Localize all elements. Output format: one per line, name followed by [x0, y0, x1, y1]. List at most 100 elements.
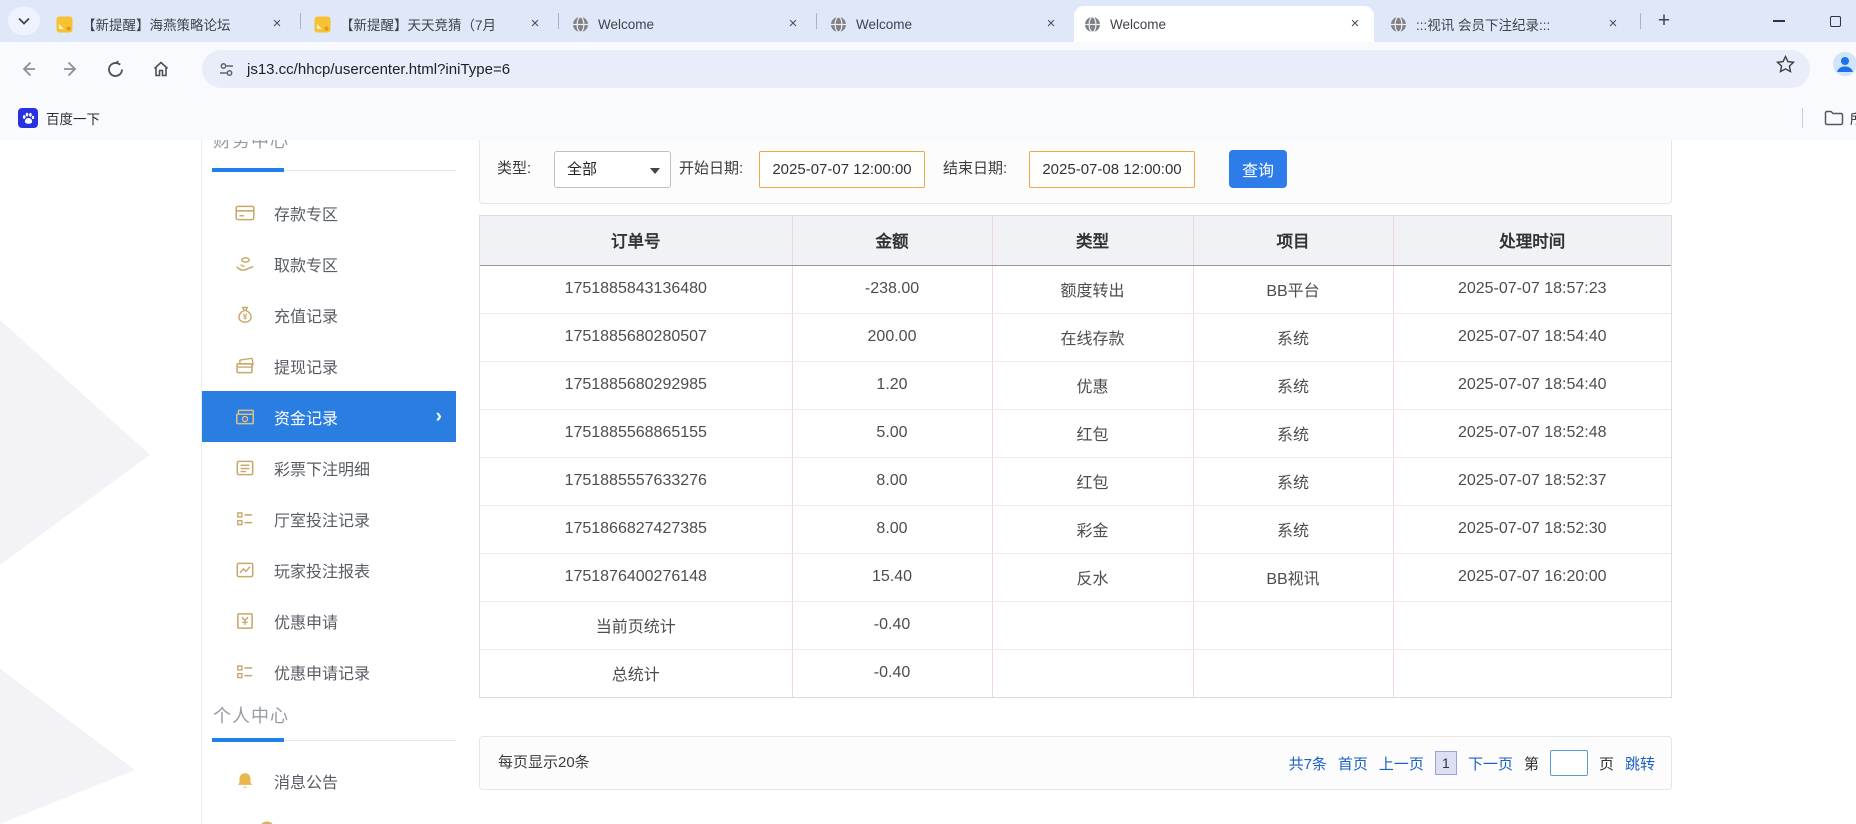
browser-tab-welcome-active[interactable]: Welcome ×	[1074, 6, 1374, 42]
bookmarks-bar: 百度一下 所	[0, 96, 1856, 140]
sidebar-item-funds-records[interactable]: 资金记录 ›	[202, 391, 456, 442]
sidebar-item-hall-bet-records[interactable]: 厅室投注记录	[202, 493, 456, 544]
cell-project: 系统	[1193, 457, 1393, 505]
stat-empty	[1193, 601, 1393, 649]
stat-empty	[992, 649, 1193, 697]
tab-divider	[1640, 13, 1641, 29]
cell-amount: -238.00	[792, 265, 992, 313]
chart-icon	[234, 559, 256, 581]
tab-close-icon[interactable]: ×	[784, 15, 802, 33]
sidebar-item-deposit[interactable]: 存款专区	[202, 187, 456, 238]
tab-close-icon[interactable]: ×	[268, 15, 286, 33]
search-button[interactable]: 查询	[1229, 150, 1287, 188]
cell-project: 系统	[1193, 505, 1393, 553]
sidebar-section-title-personal: 个人中心	[213, 702, 289, 728]
cell-type: 在线存款	[992, 313, 1193, 361]
sidebar-item-withdraw[interactable]: 取款专区	[202, 238, 456, 289]
home-icon	[151, 59, 171, 79]
reload-button[interactable]	[99, 53, 131, 85]
cell-order-no: 1751885843136480	[480, 265, 792, 313]
grid-list-icon	[234, 508, 256, 530]
browser-profile-avatar[interactable]	[1832, 51, 1856, 82]
sidebar-item-withdraw-records[interactable]: 提现记录	[202, 340, 456, 391]
sidebar-item-label: 优惠申请记录	[274, 660, 370, 684]
bookmarks-divider	[1802, 108, 1803, 128]
first-page-link[interactable]: 首页	[1338, 753, 1368, 774]
table-row: 1751885843136480 -238.00 额度转出 BB平台 2025-…	[480, 265, 1671, 313]
per-page-text: 每页显示20条	[498, 737, 590, 789]
cell-amount: 5.00	[792, 409, 992, 457]
tab-title: Welcome	[1110, 17, 1338, 32]
tab-close-icon[interactable]: ×	[1042, 15, 1060, 33]
window-maximize-button[interactable]	[1813, 0, 1856, 42]
next-page-link[interactable]: 下一页	[1468, 753, 1513, 774]
address-bar[interactable]: js13.cc/hhcp/usercenter.html?iniType=6	[202, 50, 1810, 88]
table-header-row: 订单号 金额 类型 项目 处理时间	[480, 216, 1671, 265]
tab-title: 【新提醒】天天竞猜（7月	[340, 14, 518, 34]
tab-close-icon[interactable]: ×	[526, 15, 544, 33]
sidebar-item-recharge-records[interactable]: ¥ 充值记录	[202, 289, 456, 340]
tab-close-icon[interactable]: ×	[1604, 15, 1622, 33]
back-icon	[18, 59, 38, 79]
sidebar-item-player-bet-report[interactable]: 玩家投注报表	[202, 544, 456, 595]
tab-title: Welcome	[856, 17, 1034, 32]
money-bag-icon: ¥	[234, 304, 256, 326]
type-select[interactable]: 全部	[554, 151, 671, 188]
sidebar-item-announcements[interactable]: 消息公告	[202, 755, 456, 806]
bookmark-star-button[interactable]	[1775, 54, 1796, 80]
browser-tab-welcome-2[interactable]: Welcome ×	[820, 6, 1070, 42]
cell-project: BB平台	[1193, 265, 1393, 313]
grid-list-icon	[234, 661, 256, 683]
col-header-project: 项目	[1193, 216, 1393, 265]
folder-icon	[1824, 110, 1844, 126]
start-date-input[interactable]: 2025-07-07 12:00:00	[759, 151, 925, 188]
cell-time: 2025-07-07 18:54:40	[1393, 361, 1671, 409]
section-divider	[212, 740, 456, 741]
jump-page-input[interactable]	[1550, 750, 1588, 776]
current-page-indicator[interactable]: 1	[1435, 751, 1457, 775]
type-select-value: 全部	[567, 161, 597, 178]
globe-favicon	[1390, 16, 1407, 33]
stat-empty	[992, 601, 1193, 649]
back-button[interactable]	[12, 53, 44, 85]
star-icon	[1775, 54, 1796, 75]
sidebar-item-lottery-bet-detail[interactable]: 彩票下注明细	[202, 442, 456, 493]
cell-order-no: 1751866827427385	[480, 505, 792, 553]
forward-button[interactable]	[55, 53, 87, 85]
start-date-label: 开始日期:	[679, 149, 743, 189]
sidebar-item-promo-apply-records[interactable]: 优惠申请记录	[202, 646, 456, 697]
tab-divider	[300, 13, 301, 29]
home-button[interactable]	[145, 53, 177, 85]
stat-amount: -0.40	[792, 601, 992, 649]
all-bookmarks-button[interactable]: 所	[1824, 104, 1856, 132]
cell-order-no: 1751885557633276	[480, 457, 792, 505]
cell-amount: 1.20	[792, 361, 992, 409]
chat-favicon	[56, 16, 73, 33]
tab-search-button[interactable]	[8, 7, 40, 35]
stat-amount: -0.40	[792, 649, 992, 697]
sidebar-section-title-finance: 财务中心	[213, 140, 289, 153]
col-header-amount: 金额	[792, 216, 992, 265]
cell-type: 红包	[992, 409, 1193, 457]
tab-close-icon[interactable]: ×	[1346, 15, 1364, 33]
browser-tab-forum-1[interactable]: 【新提醒】海燕策略论坛 ×	[46, 6, 296, 42]
globe-favicon	[1084, 16, 1101, 33]
bookmark-baidu[interactable]: 百度一下	[12, 104, 106, 132]
sidebar-item-label: 玩家投注报表	[274, 558, 370, 582]
cell-order-no: 1751885680280507	[480, 313, 792, 361]
browser-tab-welcome-1[interactable]: Welcome ×	[562, 6, 812, 42]
browser-tab-records[interactable]: :::视讯 会员下注纪录::: ×	[1380, 6, 1632, 42]
section-divider-accent	[212, 168, 284, 172]
browser-tab-forum-2[interactable]: 【新提醒】天天竞猜（7月 ×	[304, 6, 554, 42]
table-stat-row-total: 总统计 -0.40	[480, 649, 1671, 697]
prev-page-link[interactable]: 上一页	[1379, 753, 1424, 774]
table-stat-row-current-page: 当前页统计 -0.40	[480, 601, 1671, 649]
total-count-text: 共7条	[1289, 753, 1327, 774]
reload-icon	[106, 60, 125, 79]
new-tab-button[interactable]: +	[1650, 8, 1678, 36]
sidebar-item-promo-apply[interactable]: 优惠申请	[202, 595, 456, 646]
end-date-input[interactable]: 2025-07-08 12:00:00	[1029, 151, 1195, 188]
window-minimize-button[interactable]	[1757, 0, 1801, 42]
table-row: 1751885680292985 1.20 优惠 系统 2025-07-07 1…	[480, 361, 1671, 409]
jump-go-link[interactable]: 跳转	[1625, 753, 1655, 774]
